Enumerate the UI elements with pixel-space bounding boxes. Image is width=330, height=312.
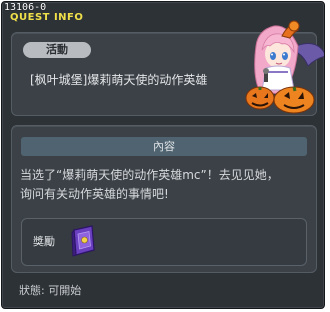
reward-box: 獎勵 (21, 218, 307, 266)
content-header: 內容 (21, 137, 307, 156)
content-panel: 內容 当选了“爆莉萌天使的动作英雄mc”！去见见她， 询问有关动作英雄的事情吧!… (11, 125, 317, 273)
activity-tag: 活動 (23, 42, 91, 58)
npc-character-portrait (245, 20, 324, 114)
quest-description: 当选了“爆莉萌天使的动作英雄mc”！去见见她， 询问有关动作英雄的事情吧! (20, 168, 279, 201)
reward-label: 獎勵 (33, 235, 55, 248)
quest-name: [枫叶城堡]爆莉萌天使的动作英雄 (30, 73, 208, 87)
window-title: QUEST INFO (10, 12, 84, 23)
quest-status: 狀態: 可開始 (19, 284, 82, 297)
purple-book-icon[interactable] (68, 224, 98, 258)
quest-info-window: 13106-0 QUEST INFO 活動 [枫叶城堡]爆莉萌天使的动作英雄 內… (1, 1, 325, 309)
